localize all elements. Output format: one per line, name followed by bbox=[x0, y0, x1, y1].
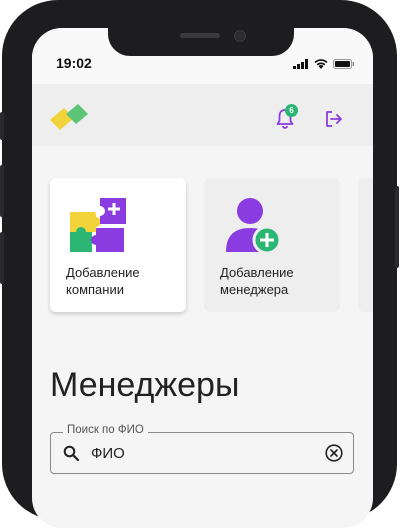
add-manager-card[interactable]: Добавление менеджера bbox=[204, 178, 340, 312]
app-screen: 19:02 6 Добавление компании Добавление м… bbox=[32, 28, 373, 528]
signal-icon bbox=[293, 59, 308, 69]
notification-badge: 6 bbox=[285, 104, 298, 117]
phone-frame: 19:02 6 Добавление компании Добавление м… bbox=[0, 0, 399, 528]
device-notch bbox=[108, 28, 294, 56]
search-input[interactable] bbox=[91, 442, 321, 464]
speaker bbox=[180, 33, 220, 38]
card-label: Добавление компании bbox=[66, 265, 140, 297]
status-time: 19:02 bbox=[56, 55, 92, 71]
puzzle-pieces-icon bbox=[70, 198, 126, 252]
battery-icon bbox=[333, 59, 354, 69]
search-icon bbox=[63, 445, 79, 461]
search-field[interactable]: Поиск по ФИО bbox=[50, 424, 354, 474]
wifi-icon bbox=[314, 59, 328, 69]
page-title: Менеджеры bbox=[50, 366, 240, 404]
app-logo-icon[interactable] bbox=[48, 102, 90, 134]
next-card[interactable] bbox=[358, 178, 373, 312]
clear-icon[interactable] bbox=[325, 444, 343, 462]
search-field-label: Поиск по ФИО bbox=[63, 424, 148, 436]
side-button bbox=[0, 112, 4, 140]
add-company-card[interactable]: Добавление компании bbox=[50, 178, 186, 312]
side-button bbox=[0, 232, 4, 284]
app-header: 6 bbox=[32, 84, 373, 146]
side-button bbox=[395, 186, 399, 268]
status-icons bbox=[293, 59, 355, 69]
camera bbox=[234, 30, 246, 42]
side-button bbox=[0, 165, 4, 217]
logout-icon[interactable] bbox=[325, 110, 343, 128]
card-label: Добавление менеджера bbox=[220, 265, 294, 297]
add-user-icon bbox=[226, 198, 282, 255]
